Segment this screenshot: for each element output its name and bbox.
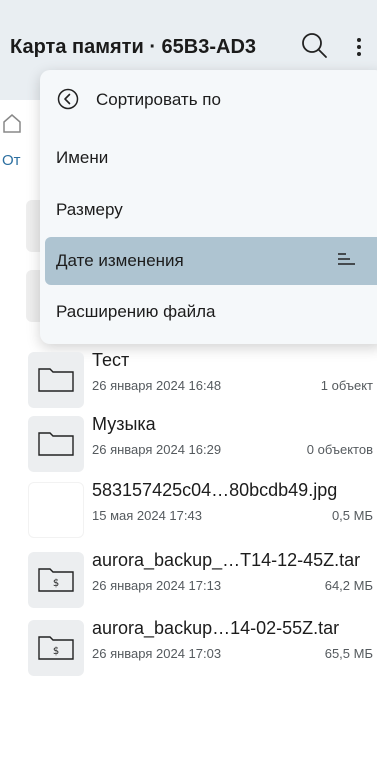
archive-thumbnail: $ bbox=[28, 620, 84, 676]
sort-by-name-item[interactable]: Имени bbox=[45, 134, 377, 182]
folder-thumbnail bbox=[28, 416, 84, 472]
list-item[interactable]: Музыка 26 января 2024 16:29 0 объектов bbox=[0, 408, 377, 472]
sort-by-date-item[interactable]: Дате изменения bbox=[45, 237, 377, 285]
file-name: 583157425c04…80bcdb49.jpg bbox=[92, 480, 338, 500]
home-icon[interactable] bbox=[2, 112, 22, 134]
menu-item-label: Расширению файла bbox=[56, 302, 216, 321]
menu-item-label: Имени bbox=[56, 148, 109, 167]
more-vert-icon[interactable] bbox=[350, 33, 368, 61]
file-meta: 64,2 МБ bbox=[324, 578, 373, 593]
sort-menu: Сортировать по Имени Размеру Дате измене… bbox=[40, 70, 377, 344]
list-item[interactable]: 583157425c04…80bcdb49.jpg 15 мая 2024 17… bbox=[0, 474, 377, 538]
sort-by-size-item[interactable]: Размеру bbox=[45, 186, 377, 234]
file-date: 26 января 2024 16:48 bbox=[92, 378, 222, 393]
file-date: 15 мая 2024 17:43 bbox=[92, 508, 202, 523]
file-date: 26 января 2024 16:29 bbox=[92, 442, 222, 457]
file-name: aurora_backup…14-02-55Z.tar bbox=[92, 618, 340, 638]
svg-text:$: $ bbox=[53, 578, 59, 589]
sort-menu-title: Сортировать по bbox=[96, 90, 221, 109]
folder-icon bbox=[38, 368, 74, 392]
file-meta: 1 объект bbox=[320, 378, 373, 393]
image-thumbnail bbox=[28, 482, 84, 538]
file-name: Музыка bbox=[92, 414, 156, 434]
menu-item-label: Дате изменения bbox=[56, 251, 184, 270]
svg-text:$: $ bbox=[53, 646, 59, 657]
list-item[interactable]: $ aurora_backup…14-02-55Z.tar 26 января … bbox=[0, 612, 377, 676]
file-meta: 65,5 МБ bbox=[324, 646, 373, 661]
file-meta: 0 объектов bbox=[306, 442, 373, 457]
breadcrumb[interactable]: От bbox=[2, 152, 21, 169]
file-name: Тест bbox=[92, 350, 130, 370]
file-meta: 0,5 МБ bbox=[331, 508, 373, 523]
file-date: 26 января 2024 17:13 bbox=[92, 578, 222, 593]
sort-by-extension-item[interactable]: Расширению файла bbox=[45, 288, 377, 336]
archive-icon: $ bbox=[38, 636, 74, 660]
archive-icon: $ bbox=[38, 568, 74, 592]
list-item[interactable]: Тест 26 января 2024 16:48 1 объект bbox=[0, 344, 377, 408]
folder-thumbnail bbox=[28, 352, 84, 408]
sort-lines-icon bbox=[337, 251, 357, 269]
search-icon[interactable] bbox=[300, 31, 328, 61]
file-date: 26 января 2024 17:03 bbox=[92, 646, 222, 661]
archive-thumbnail: $ bbox=[28, 552, 84, 608]
sort-menu-header[interactable]: Сортировать по bbox=[40, 70, 377, 126]
menu-item-label: Размеру bbox=[56, 200, 123, 219]
folder-icon bbox=[38, 432, 74, 456]
circle-chevron-left-icon[interactable] bbox=[57, 88, 79, 110]
file-name: aurora_backup_…T14-12-45Z.tar bbox=[92, 550, 361, 570]
page-title: Карта памяти · 65B3-AD3 bbox=[10, 36, 257, 58]
list-item[interactable]: $ aurora_backup_…T14-12-45Z.tar 26 январ… bbox=[0, 544, 377, 608]
